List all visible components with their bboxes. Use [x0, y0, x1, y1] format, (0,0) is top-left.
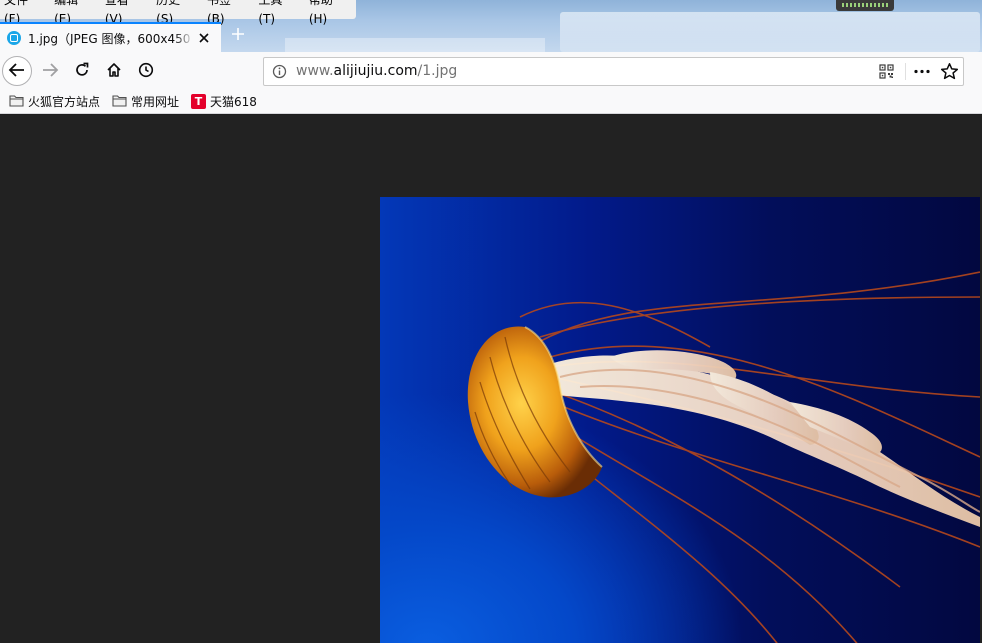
back-button[interactable] [2, 56, 32, 86]
alijiujiu-favicon-icon [7, 31, 21, 45]
new-tab-button[interactable] [227, 24, 249, 46]
tmall-icon: T [191, 94, 207, 109]
bookmark-tmall-618[interactable]: T 天猫618 [191, 92, 257, 112]
background-window-ghost [560, 12, 980, 52]
bookmark-label: 火狐官方站点 [28, 95, 101, 109]
navigation-toolbar: www.alijiujiu.com/1.jpg [0, 52, 982, 90]
jellyfish-illustration [467, 271, 980, 643]
history-button[interactable] [131, 56, 161, 86]
jellyfish-photo[interactable] [380, 197, 980, 643]
url-domain: alijiujiu.com [333, 63, 418, 79]
home-icon [106, 62, 122, 81]
background-window-ghost [285, 38, 545, 52]
plus-icon [231, 27, 245, 44]
back-arrow-icon [8, 62, 26, 81]
bookmark-firefox-official[interactable]: 火狐官方站点 [9, 92, 100, 112]
qr-code-icon[interactable] [879, 64, 894, 79]
more-dots-icon[interactable] [912, 63, 932, 80]
close-icon[interactable] [196, 30, 212, 46]
url-prefix: www. [296, 63, 334, 79]
menu-bar: 文件(F) 编辑(E) 查看(V) 历史(S) 书签(B) 工具(T) 帮助(H… [0, 0, 356, 26]
url-separator [905, 63, 906, 80]
tab-strip: 文件(F) 编辑(E) 查看(V) 历史(S) 书签(B) 工具(T) 帮助(H… [0, 0, 982, 52]
reload-icon [74, 62, 90, 81]
tab-active[interactable]: 1.jpg（JPEG 图像，600x450 像素） [0, 22, 221, 52]
bookmark-common-sites[interactable]: 常用网址 [112, 92, 179, 112]
reload-button[interactable] [67, 56, 97, 86]
bookmark-label: 天猫618 [210, 95, 257, 109]
address-bar[interactable]: www.alijiujiu.com/1.jpg [263, 57, 964, 86]
folder-icon [9, 94, 24, 110]
star-icon[interactable] [940, 62, 959, 81]
menu-tools[interactable]: 工具(T) [253, 0, 303, 29]
bookmarks-toolbar: 火狐官方站点 常用网址 T 天猫618 [0, 90, 982, 114]
image-viewer [0, 115, 982, 643]
info-icon[interactable] [272, 64, 287, 79]
folder-icon [112, 94, 127, 110]
home-button[interactable] [99, 56, 129, 86]
clock-icon [138, 62, 154, 81]
activity-meter [836, 0, 894, 11]
url-text[interactable]: www.alijiujiu.com/1.jpg [296, 58, 457, 85]
forward-button[interactable] [35, 56, 65, 86]
menu-help[interactable]: 帮助(H) [304, 0, 356, 29]
tab-title: 1.jpg（JPEG 图像，600x450 像素） [28, 31, 194, 46]
forward-arrow-icon [41, 62, 59, 81]
bookmark-label: 常用网址 [131, 95, 180, 109]
url-path: /1.jpg [417, 63, 458, 79]
